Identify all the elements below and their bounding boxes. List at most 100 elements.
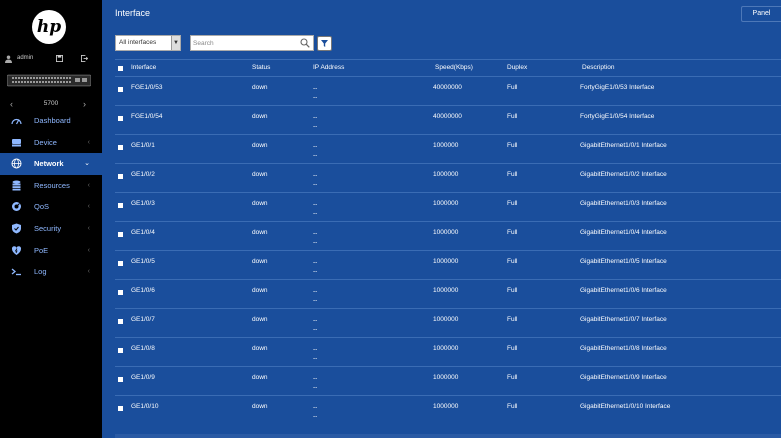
row-duplex: Full	[507, 258, 518, 265]
column-header-speed[interactable]: Speed(Kbps)	[435, 60, 473, 76]
table-header: Interface Status IP Address Speed(Kbps) …	[115, 59, 781, 76]
row-interface: GE1/0/6	[131, 287, 155, 294]
row-checkbox[interactable]	[118, 145, 123, 150]
log-icon	[11, 268, 21, 276]
row-ip-address: -- --	[313, 113, 317, 131]
ip-address-line: --	[313, 201, 318, 208]
row-speed: 40000000	[433, 113, 462, 120]
qos-icon	[12, 202, 21, 212]
column-header-ip-address[interactable]: IP Address	[313, 60, 344, 76]
user-bar: admin	[0, 53, 102, 65]
row-speed: 1000000	[433, 316, 459, 323]
nav-menu: Dashboard Device ‹ Network ⌄ Resources ‹…	[0, 110, 102, 283]
table-row[interactable]: FGE1/0/53 down 40000000 Full FortyGigE1/0/53…	[115, 76, 781, 105]
ip-address-line: --	[313, 297, 318, 304]
row-description: FortyGigE1/0/53 Interface	[580, 84, 655, 91]
column-header-interface[interactable]: Interface	[131, 60, 156, 76]
row-description: GigabitEthernet1/0/4 Interface	[580, 229, 667, 236]
row-ip-address: -- --	[313, 316, 317, 334]
logout-icon[interactable]	[81, 55, 88, 62]
table-row[interactable]: GE1/0/6 down 1000000 Full GigabitEthernet1/0…	[115, 279, 781, 308]
row-ip-address: -- --	[313, 142, 317, 160]
database-icon	[12, 180, 21, 191]
row-speed: 1000000	[433, 345, 459, 352]
select-all-checkbox[interactable]	[118, 66, 123, 71]
row-description: GigabitEthernet1/0/10 Interface	[580, 403, 671, 410]
row-status: down	[252, 374, 268, 381]
row-duplex: Full	[507, 142, 518, 149]
ip-address-line: --	[313, 413, 318, 420]
table-row[interactable]: GE1/0/9 down 1000000 Full GigabitEthernet1/0…	[115, 366, 781, 395]
save-icon[interactable]	[56, 55, 63, 62]
menu-item-dashboard[interactable]: Dashboard	[0, 110, 102, 132]
menu-item-qos[interactable]: QoS ‹	[0, 196, 102, 218]
row-description: GigabitEthernet1/0/7 Interface	[580, 316, 667, 323]
menu-item-log[interactable]: Log ‹	[0, 261, 102, 283]
row-checkbox[interactable]	[118, 87, 123, 92]
menu-item-poe[interactable]: PoE ‹	[0, 240, 102, 262]
menu-item-device[interactable]: Device ‹	[0, 132, 102, 154]
table-row[interactable]: GE1/0/5 down 1000000 Full GigabitEthernet1/0…	[115, 250, 781, 279]
row-speed: 1000000	[433, 229, 459, 236]
row-status: down	[252, 142, 268, 149]
ip-address-line: --	[313, 181, 318, 188]
row-status: down	[252, 258, 268, 265]
main-content: Interface Panel All interfaces ▼ Interfa…	[102, 0, 781, 438]
row-checkbox[interactable]	[118, 319, 123, 324]
row-description: GigabitEthernet1/0/6 Interface	[580, 287, 667, 294]
table-row[interactable]: GE1/0/7 down 1000000 Full GigabitEthernet1/0…	[115, 308, 781, 337]
row-checkbox[interactable]	[118, 377, 123, 382]
chevron-down-icon[interactable]: ▼	[171, 36, 180, 50]
row-duplex: Full	[507, 403, 518, 410]
row-interface: FGE1/0/54	[131, 113, 163, 120]
row-checkbox[interactable]	[118, 203, 123, 208]
table-row[interactable]: GE1/0/1 down 1000000 Full GigabitEthernet1/0…	[115, 134, 781, 163]
column-header-duplex[interactable]: Duplex	[507, 60, 527, 76]
menu-item-resources[interactable]: Resources ‹	[0, 175, 102, 197]
ip-address-line: --	[313, 85, 318, 92]
table-row[interactable]: FGE1/0/54 down 40000000 Full FortyGigE1/0/54…	[115, 105, 781, 134]
row-ip-address: -- --	[313, 403, 317, 421]
row-interface: GE1/0/1	[131, 142, 155, 149]
row-speed: 1000000	[433, 374, 459, 381]
hp-logo: hp	[32, 10, 66, 44]
row-speed: 1000000	[433, 171, 459, 178]
row-checkbox[interactable]	[118, 232, 123, 237]
row-description: GigabitEthernet1/0/8 Interface	[580, 345, 667, 352]
row-status: down	[252, 200, 268, 207]
row-status: down	[252, 316, 268, 323]
row-status: down	[252, 287, 268, 294]
row-checkbox[interactable]	[118, 261, 123, 266]
interface-filter-select[interactable]: All interfaces ▼	[115, 35, 181, 51]
column-header-status[interactable]: Status	[252, 60, 270, 76]
row-duplex: Full	[507, 345, 518, 352]
row-checkbox[interactable]	[118, 116, 123, 121]
row-checkbox[interactable]	[118, 174, 123, 179]
row-status: down	[252, 171, 268, 178]
ip-address-line: --	[313, 230, 318, 237]
next-device-button[interactable]: ›	[83, 99, 86, 109]
device-icon	[12, 138, 21, 147]
table-row[interactable]: GE1/0/4 down 1000000 Full GigabitEthernet1/0…	[115, 221, 781, 250]
ip-address-line: --	[313, 210, 318, 217]
ip-address-line: --	[313, 268, 318, 275]
table-row[interactable]: GE1/0/10 down 1000000 Full GigabitEthernet1/…	[115, 395, 781, 424]
ip-address-line: --	[313, 288, 318, 295]
row-duplex: Full	[507, 171, 518, 178]
table-row[interactable]: GE1/0/2 down 1000000 Full GigabitEthernet1/0…	[115, 163, 781, 192]
menu-item-network[interactable]: Network ⌄	[0, 153, 102, 175]
table-body: FGE1/0/53 down 40000000 Full FortyGigE1/0/53…	[115, 76, 781, 424]
search-input[interactable]	[193, 37, 293, 49]
table-row[interactable]: GE1/0/8 down 1000000 Full GigabitEthernet1/0…	[115, 337, 781, 366]
column-header-description[interactable]: Description	[582, 60, 615, 76]
shield-icon	[12, 223, 21, 234]
search-icon[interactable]	[300, 38, 310, 48]
row-checkbox[interactable]	[118, 348, 123, 353]
table-row[interactable]: GE1/0/3 down 1000000 Full GigabitEthernet1/0…	[115, 192, 781, 221]
row-checkbox[interactable]	[118, 290, 123, 295]
row-checkbox[interactable]	[118, 406, 123, 411]
menu-item-security[interactable]: Security ‹	[0, 218, 102, 240]
panel-button[interactable]: Panel	[741, 6, 781, 22]
filter-button[interactable]	[317, 36, 332, 51]
horizontal-scrollbar[interactable]	[115, 434, 781, 438]
